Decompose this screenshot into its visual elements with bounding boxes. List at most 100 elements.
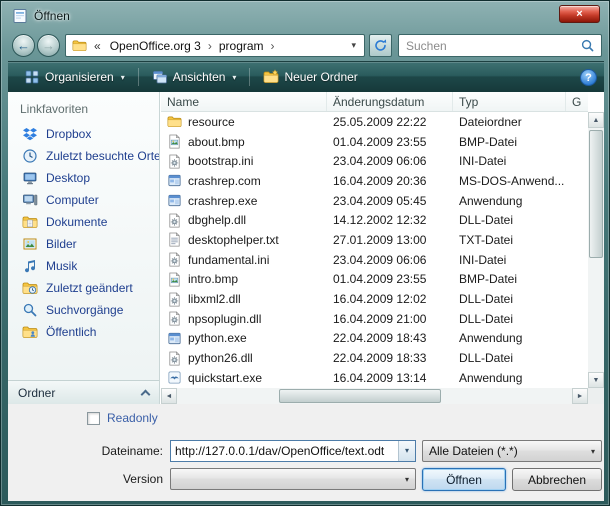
file-name: npsoplugin.dll [188, 312, 261, 326]
file-row-python26-dll[interactable]: python26.dll22.04.2009 18:33DLL-Datei [161, 348, 588, 368]
file-name-cell: desktophelper.txt [161, 232, 327, 247]
dll-file-icon [167, 292, 182, 307]
file-date: 01.04.2009 23:55 [327, 272, 453, 286]
sidebar-item-zuletzt-ge-ndert[interactable]: Zuletzt geändert [8, 277, 159, 299]
vertical-scroll-thumb[interactable] [589, 130, 603, 258]
search-box[interactable] [398, 34, 602, 57]
sidebar-item-zuletzt-besuchte-orte[interactable]: Zuletzt besuchte Orte [8, 145, 159, 167]
breadcrumb-collapse-chevron[interactable]: « [90, 39, 105, 53]
horizontal-scrollbar[interactable]: ◄ ► [161, 388, 588, 404]
file-row-about-bmp[interactable]: about.bmp01.04.2009 23:55BMP-Datei [161, 132, 588, 152]
sidebar-item-desktop[interactable]: Desktop [8, 167, 159, 189]
sidebar-items: Dropbox Zuletzt besuchte OrteDesktopCompu… [8, 123, 159, 343]
open-dialog-window: Öffnen × ← → «OpenOffice.org 3›program› … [0, 0, 610, 506]
file-type: DLL-Datei [453, 312, 566, 326]
filetype-value: Alle Dateien (*.*) [423, 444, 585, 458]
sidebar-item-dokumente[interactable]: Dokumente [8, 211, 159, 233]
column-headers: NameÄnderungsdatumTypG [161, 92, 588, 112]
sidebar-item-label: Dropbox [46, 127, 91, 141]
file-name: libxml2.dll [188, 292, 241, 306]
column-header-nderungsdatum[interactable]: Änderungsdatum [327, 92, 453, 111]
file-row-python-exe[interactable]: python.exe22.04.2009 18:43Anwendung [161, 329, 588, 349]
file-row-dbghelp-dll[interactable]: dbghelp.dll14.12.2002 12:32DLL-Datei [161, 210, 588, 230]
address-bar[interactable]: «OpenOffice.org 3›program› ▾ [65, 34, 365, 57]
open-button[interactable]: Öffnen [422, 468, 506, 491]
toolbar-button-label: Organisieren [45, 70, 114, 84]
breadcrumb-item-program[interactable]: program [214, 39, 269, 53]
refresh-icon [373, 38, 388, 53]
file-row-crashrep-com[interactable]: crashrep.com16.04.2009 20:36MS-DOS-Anwen… [161, 171, 588, 191]
back-button[interactable]: ← [12, 34, 35, 57]
sidebar-item-computer[interactable]: Computer [8, 189, 159, 211]
readonly-checkbox[interactable] [87, 412, 100, 425]
refresh-button[interactable] [369, 34, 392, 57]
filename-combobox[interactable]: ▾ [170, 440, 416, 462]
scroll-right-button[interactable]: ► [572, 388, 588, 404]
file-row-npsoplugin-dll[interactable]: npsoplugin.dll16.04.2009 21:00DLL-Datei [161, 309, 588, 329]
file-date: 22.04.2009 18:43 [327, 331, 453, 345]
readonly-label: Readonly [107, 411, 158, 425]
command-toolbar: Organisieren ▾ Ansichten▾ Neuer Ordner ? [8, 62, 604, 92]
breadcrumb-separator[interactable]: › [269, 39, 277, 53]
scroll-left-button[interactable]: ◄ [161, 388, 177, 404]
sidebar-item-suchvorg-nge[interactable]: Suchvorgänge [8, 299, 159, 321]
quickstart-icon [167, 370, 182, 385]
sidebar-item-dropbox[interactable]: Dropbox [8, 123, 159, 145]
file-row-crashrep-exe[interactable]: crashrep.exe23.04.2009 05:45Anwendung [161, 191, 588, 211]
image-file-icon [167, 272, 182, 287]
toolbar-button-organisieren[interactable]: Organisieren ▾ [15, 66, 134, 88]
filetype-select[interactable]: Alle Dateien (*.*) ▾ [422, 440, 602, 462]
column-header-typ[interactable]: Typ [453, 92, 566, 111]
file-name: python.exe [188, 331, 247, 345]
horizontal-scroll-thumb[interactable] [279, 389, 441, 403]
vertical-scrollbar[interactable]: ▲ ▼ [588, 112, 604, 388]
close-button[interactable]: × [559, 5, 600, 23]
address-dropdown-caret-icon[interactable]: ▾ [346, 40, 361, 51]
toolbar-buttons: Organisieren ▾ Ansichten▾ Neuer Ordner [15, 66, 367, 88]
folders-bar[interactable]: Ordner [8, 380, 159, 404]
folders-label: Ordner [18, 386, 55, 400]
file-row-resource[interactable]: resource25.05.2009 22:22Dateiordner [161, 112, 588, 132]
file-row-desktophelper-txt[interactable]: desktophelper.txt27.01.2009 13:00TXT-Dat… [161, 230, 588, 250]
file-type: Dateiordner [453, 115, 566, 129]
sidebar-item-bilder[interactable]: Bilder [8, 233, 159, 255]
toolbar-separator [249, 68, 250, 86]
folder-icon [167, 114, 182, 129]
column-header-g[interactable]: G [566, 92, 588, 111]
file-row-intro-bmp[interactable]: intro.bmp01.04.2009 23:55BMP-Datei [161, 270, 588, 290]
file-name-cell: libxml2.dll [161, 292, 327, 307]
sidebar-item-musik[interactable]: Musik [8, 255, 159, 277]
file-row-bootstrap-ini[interactable]: bootstrap.ini23.04.2009 06:06INI-Datei [161, 151, 588, 171]
file-row-quickstart-exe[interactable]: quickstart.exe16.04.2009 13:14Anwendung [161, 368, 588, 388]
chevron-up-icon [141, 389, 151, 399]
filename-dropdown-caret-icon[interactable]: ▾ [398, 441, 415, 461]
scroll-down-button[interactable]: ▼ [588, 372, 604, 388]
cancel-button[interactable]: Abbrechen [512, 468, 602, 491]
dialog-client-area: Organisieren▾Ansichten▾Neuer Ordner ? Li… [8, 61, 604, 500]
file-type: MS-DOS-Anwend... [453, 174, 566, 188]
help-button[interactable]: ? [580, 69, 597, 86]
file-type: DLL-Datei [453, 351, 566, 365]
file-name-cell: npsoplugin.dll [161, 311, 327, 326]
toolbar-button-neuer-ordner[interactable]: Neuer Ordner [254, 66, 366, 88]
config-file-icon [167, 154, 182, 169]
search-input[interactable] [399, 39, 580, 53]
toolbar-button-ansichten[interactable]: Ansichten▾ [143, 66, 246, 88]
dropdown-caret-icon: ▾ [121, 73, 125, 82]
breadcrumb-item-openoffice-org-3[interactable]: OpenOffice.org 3 [105, 39, 206, 53]
file-row-libxml2-dll[interactable]: libxml2.dll16.04.2009 12:02DLL-Datei [161, 289, 588, 309]
breadcrumb-separator[interactable]: › [206, 39, 214, 53]
forward-button[interactable]: → [37, 34, 60, 57]
toolbar-button-label: Ansichten [173, 70, 226, 84]
file-row-fundamental-ini[interactable]: fundamental.ini23.04.2009 06:06INI-Datei [161, 250, 588, 270]
version-select[interactable]: ▾ [170, 468, 416, 490]
filename-input[interactable] [171, 441, 398, 461]
scroll-up-button[interactable]: ▲ [588, 112, 604, 128]
file-name-cell: python.exe [161, 331, 327, 346]
image-file-icon [167, 134, 182, 149]
file-name-cell: python26.dll [161, 351, 327, 366]
sidebar-item-ffentlich[interactable]: Öffentlich [8, 321, 159, 343]
column-header-name[interactable]: Name [161, 92, 327, 111]
sidebar-item-label: Dokumente [46, 215, 107, 229]
window-title: Öffnen [34, 9, 70, 23]
